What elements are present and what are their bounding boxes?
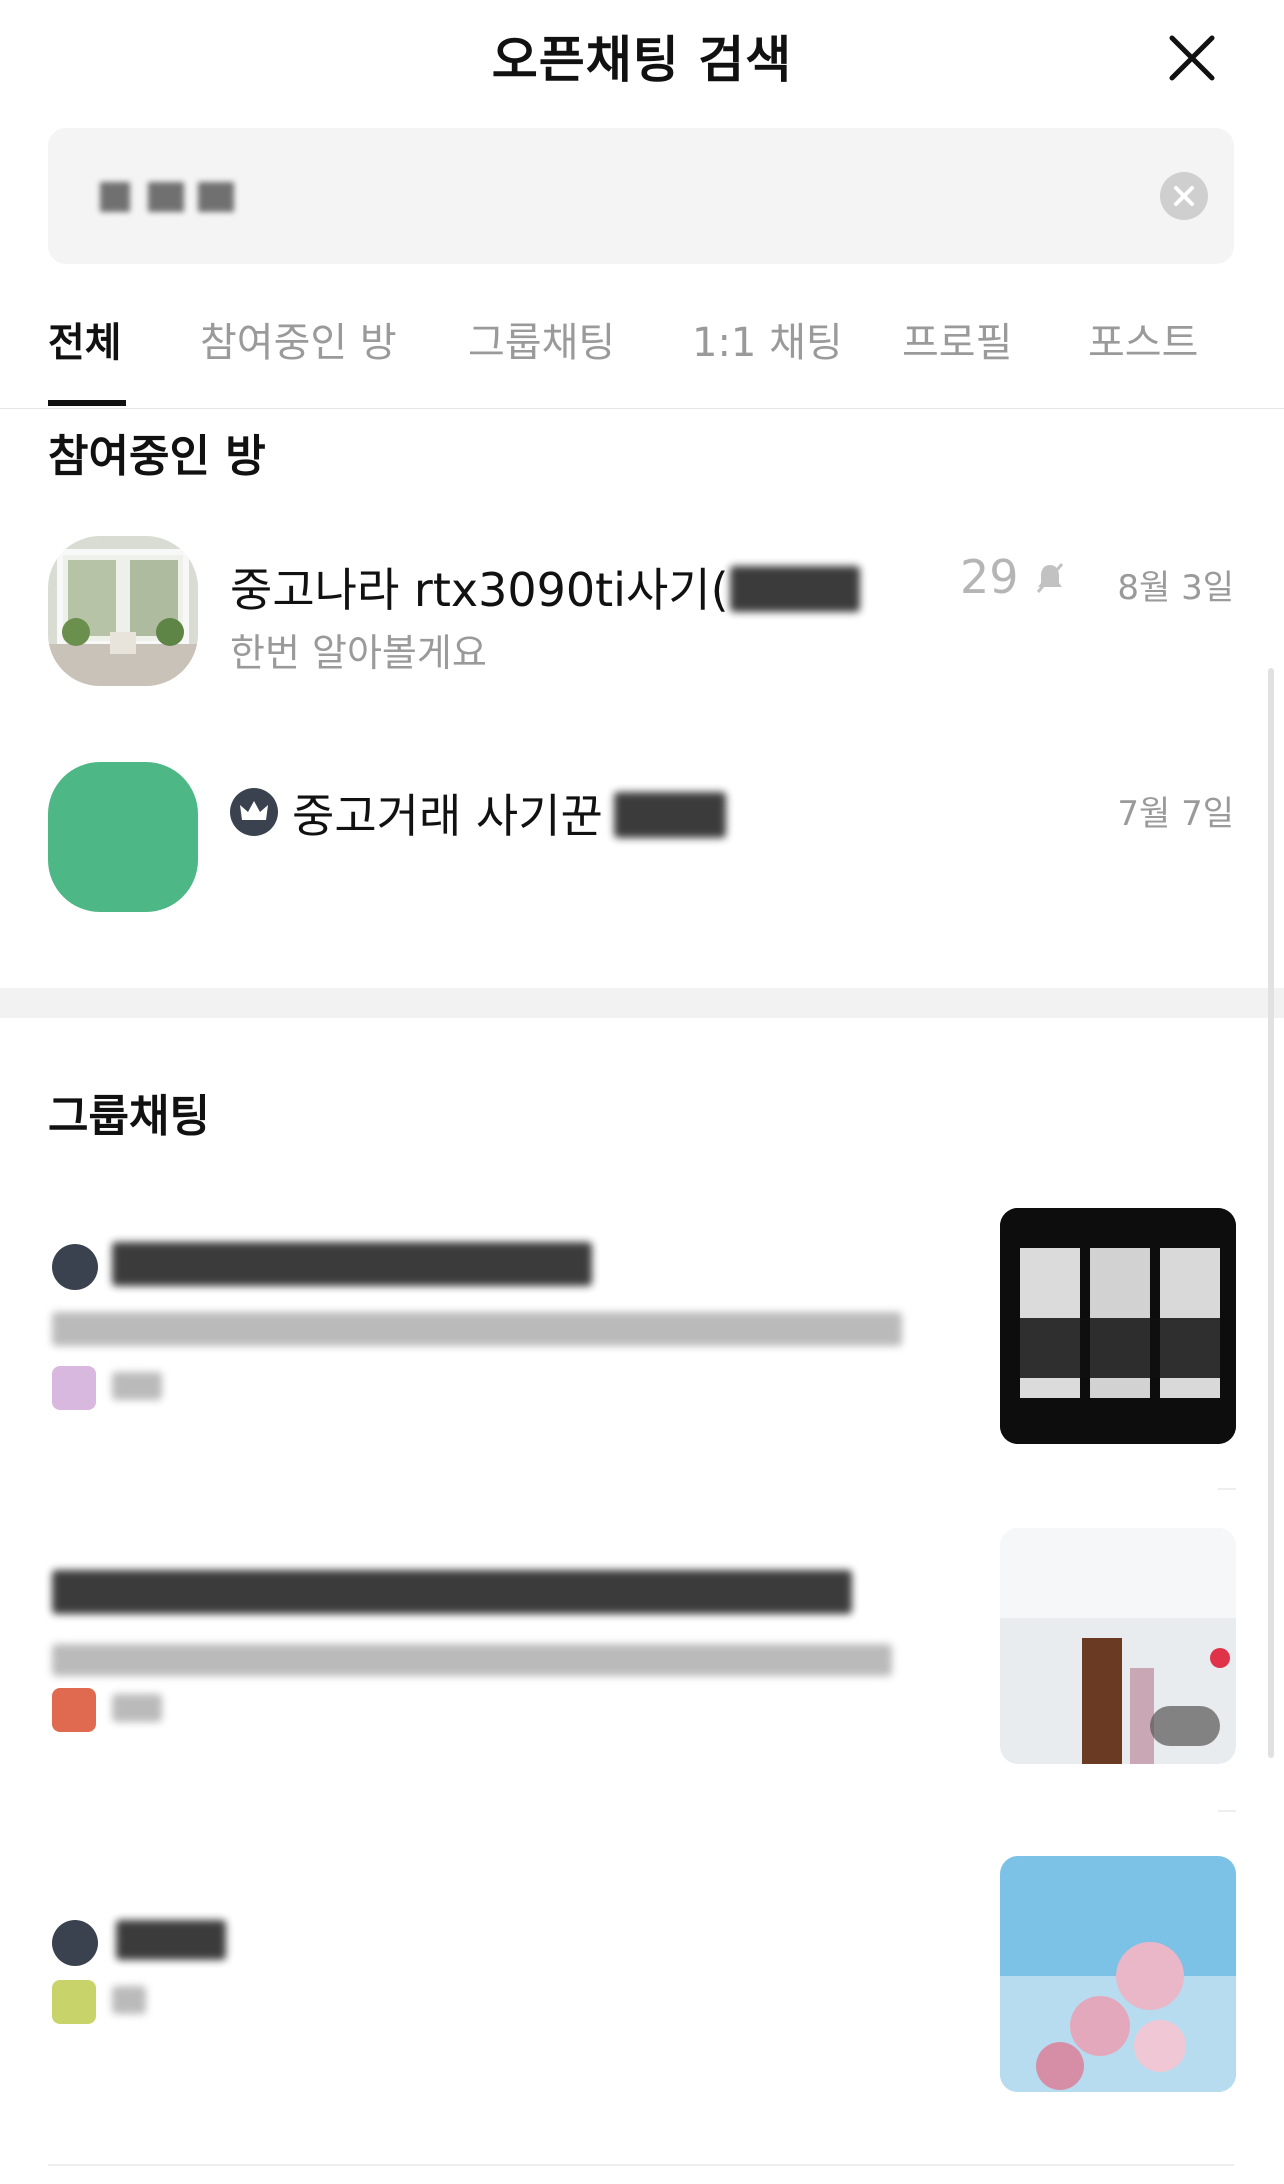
mute-icon — [1032, 560, 1068, 596]
group-thumbnail — [1000, 1528, 1236, 1764]
group-thumbnail — [1000, 1208, 1236, 1444]
joined-room-item[interactable]: 중고나라 rtx3090ti사기( 29 8월 3일 한번 알아볼게요 — [0, 536, 1284, 706]
group-title-redacted — [116, 1920, 226, 1960]
group-title-redacted — [112, 1242, 592, 1286]
group-chat-item[interactable] — [0, 1856, 1284, 2116]
group-chat-item[interactable] — [0, 1528, 1284, 1788]
room-date: 8월 3일 — [1117, 568, 1234, 608]
room-thumbnail — [48, 536, 198, 686]
host-name-redacted — [112, 1694, 162, 1722]
room-name-redacted — [730, 566, 860, 612]
crown-icon — [230, 788, 278, 836]
tab-active-indicator — [48, 400, 126, 406]
group-type-icon — [52, 1244, 98, 1290]
search-input[interactable] — [48, 128, 1234, 264]
room-last-message: 한번 알아볼게요 — [230, 631, 487, 675]
joined-room-item[interactable]: 중고거래 사기꾼 7월 7일 — [0, 762, 1284, 932]
page-title: 오픈채팅 검색 — [491, 31, 793, 89]
header: 오픈채팅 검색 — [0, 0, 1284, 120]
tab-joined[interactable]: 참여중인 방 — [200, 310, 397, 368]
tab-group[interactable]: 그룹채팅 — [468, 310, 615, 368]
room-name: 중고나라 rtx3090ti사기( — [230, 563, 729, 617]
section-title-joined: 참여중인 방 — [48, 431, 266, 482]
group-description-redacted — [52, 1644, 892, 1676]
tab-post[interactable]: 포스트 — [1088, 310, 1198, 368]
scrollbar[interactable] — [1268, 668, 1274, 1758]
host-avatar — [52, 1688, 96, 1732]
host-name-redacted — [112, 1986, 146, 2014]
clear-icon[interactable] — [1160, 172, 1208, 220]
group-description-redacted — [52, 1312, 902, 1346]
room-thumbnail — [48, 762, 198, 912]
room-name: 중고거래 사기꾼 — [292, 789, 603, 843]
search-redacted-text — [198, 182, 234, 212]
list-divider — [1218, 1488, 1236, 1490]
group-thumbnail — [1000, 1856, 1236, 2092]
room-name-redacted — [614, 792, 726, 838]
search-redacted-text — [100, 182, 130, 212]
member-count: 29 — [960, 550, 1019, 604]
host-name-redacted — [112, 1372, 162, 1400]
close-icon[interactable] — [1162, 28, 1222, 88]
section-title-group: 그룹채팅 — [48, 1091, 210, 1142]
group-chat-item[interactable] — [0, 1208, 1284, 1468]
host-avatar — [52, 1980, 96, 2024]
host-avatar — [52, 1366, 96, 1410]
tab-all[interactable]: 전체 — [48, 310, 122, 368]
group-title-redacted — [52, 1570, 852, 1614]
tab-one-to-one[interactable]: 1:1 채팅 — [692, 310, 843, 368]
room-date: 7월 7일 — [1117, 794, 1234, 834]
search-redacted-text — [148, 182, 184, 212]
list-bottom-divider — [48, 2164, 1234, 2166]
tab-bar: 전체 참여중인 방 그룹채팅 1:1 채팅 프로필 포스트 — [0, 290, 1284, 409]
list-divider — [1218, 1810, 1236, 1812]
tab-profile[interactable]: 프로필 — [902, 310, 1012, 368]
section-separator — [0, 988, 1284, 1018]
group-type-icon — [52, 1920, 98, 1966]
